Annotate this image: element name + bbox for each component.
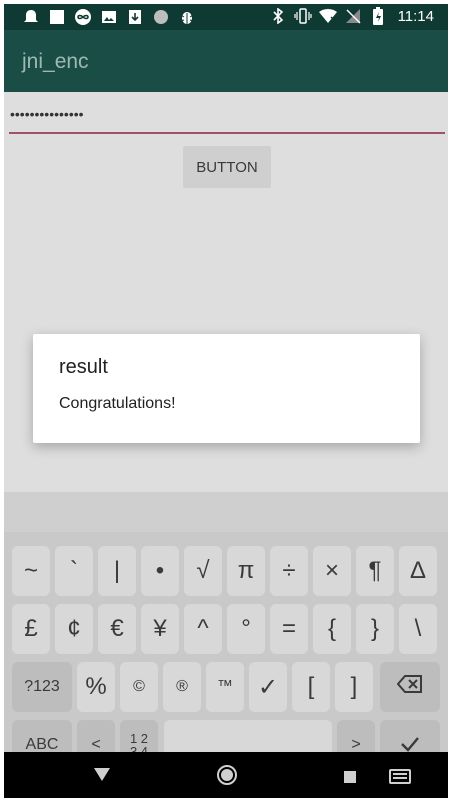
symbol-keyboard: ~ ` | • √ π ÷ × ¶ ∆ £ ¢ € ¥ ^ ° = { } \ <box>4 492 448 770</box>
key-numeric-toggle[interactable]: ?123 <box>12 662 72 712</box>
dialog-title: result <box>59 356 108 378</box>
notification-ghost-icon <box>22 8 40 26</box>
no-signal-icon <box>344 7 362 25</box>
key-trademark[interactable]: ™ <box>206 662 244 712</box>
status-time: 11:14 <box>397 7 434 25</box>
key-left-bracket[interactable]: [ <box>292 662 330 712</box>
keyboard-keys: ~ ` | • √ π ÷ × ¶ ∆ £ ¢ € ¥ ^ ° = { } \ <box>4 532 448 770</box>
key-tilde[interactable]: ~ <box>12 546 50 596</box>
status-system-icons: 11:14 <box>269 7 434 25</box>
key-pound[interactable]: £ <box>12 604 50 654</box>
key-euro[interactable]: € <box>98 604 136 654</box>
key-yen[interactable]: ¥ <box>141 604 179 654</box>
key-multiply[interactable]: × <box>313 546 351 596</box>
key-pi[interactable]: π <box>227 546 265 596</box>
key-backtick[interactable]: ` <box>55 546 93 596</box>
key-registered[interactable]: ® <box>163 662 201 712</box>
key-backspace[interactable] <box>380 662 440 712</box>
key-degree[interactable]: ° <box>227 604 265 654</box>
key-percent[interactable]: % <box>77 662 115 712</box>
submit-button[interactable]: BUTTON <box>183 146 271 188</box>
status-notifications <box>22 8 196 26</box>
status-bar: 11:14 <box>4 4 448 30</box>
key-caret[interactable]: ^ <box>184 604 222 654</box>
key-cent[interactable]: ¢ <box>55 604 93 654</box>
image-icon <box>100 8 118 26</box>
password-field[interactable]: ••••••••••••••• <box>9 106 445 134</box>
bug-icon <box>178 8 196 26</box>
key-right-bracket[interactable]: ] <box>335 662 373 712</box>
battery-charging-icon <box>369 7 387 25</box>
navigation-bar <box>4 752 448 798</box>
key-left-brace[interactable]: { <box>313 604 351 654</box>
bluetooth-icon <box>269 7 287 25</box>
key-bullet[interactable]: • <box>141 546 179 596</box>
password-field-underline <box>9 132 445 134</box>
notification-infinity-icon <box>74 8 92 26</box>
circle-icon <box>152 8 170 26</box>
keyboard-suggestion-strip <box>4 492 448 532</box>
notification-square-icon <box>48 8 66 26</box>
vibrate-icon <box>293 7 312 25</box>
dialog-message: Congratulations! <box>59 395 176 412</box>
result-dialog: result Congratulations! <box>33 334 420 443</box>
app-bar: jni_enc <box>4 30 448 92</box>
app-title: jni_enc <box>22 50 89 73</box>
key-pipe[interactable]: | <box>98 546 136 596</box>
back-icon[interactable] <box>94 768 110 781</box>
wifi-icon <box>318 7 337 25</box>
phone-screen: 11:14 jni_enc ••••••••••••••• BUTTON ~ `… <box>4 4 448 798</box>
recents-icon[interactable] <box>344 771 356 783</box>
key-sqrt[interactable]: √ <box>184 546 222 596</box>
key-checkmark[interactable]: ✓ <box>249 662 287 712</box>
key-equals[interactable]: = <box>270 604 308 654</box>
key-backslash[interactable]: \ <box>399 604 437 654</box>
download-icon <box>126 8 144 26</box>
key-copyright[interactable]: © <box>120 662 158 712</box>
keyboard-switch-icon[interactable] <box>389 769 411 784</box>
backspace-icon <box>396 673 423 701</box>
key-pilcrow[interactable]: ¶ <box>356 546 394 596</box>
key-right-brace[interactable]: } <box>356 604 394 654</box>
key-divide[interactable]: ÷ <box>270 546 308 596</box>
home-icon[interactable] <box>217 765 237 785</box>
key-delta[interactable]: ∆ <box>399 546 437 596</box>
